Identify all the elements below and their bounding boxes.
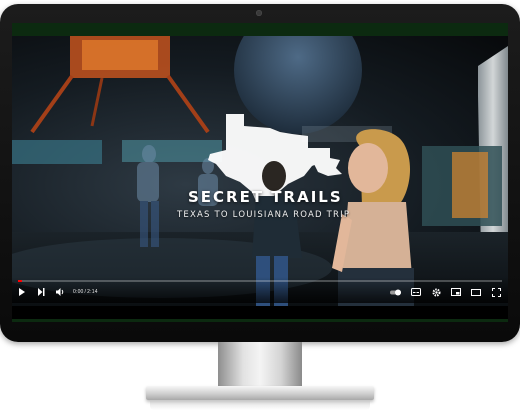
play-icon bbox=[19, 288, 25, 296]
subtitles-icon bbox=[411, 288, 421, 296]
miniplayer-button[interactable] bbox=[450, 286, 462, 298]
subtitles-button[interactable] bbox=[410, 286, 422, 298]
monitor-bezel: SECRET TRAILS TEXAS TO LOUISIANA ROAD TR… bbox=[0, 4, 520, 342]
monitor-stand-reflection bbox=[150, 400, 370, 410]
autoplay-toggle[interactable] bbox=[390, 286, 402, 298]
video-subtitle: TEXAS TO LOUISIANA ROAD TRIP bbox=[177, 210, 351, 220]
theater-mode-button[interactable] bbox=[470, 286, 482, 298]
lunar-lander-shape bbox=[30, 36, 210, 134]
planet-sphere-shape bbox=[234, 36, 362, 134]
time-total: 2:14 bbox=[87, 289, 98, 295]
video-title-overlay: SECRET TRAILS TEXAS TO LOUISIANA ROAD TR… bbox=[177, 188, 388, 220]
theater-mode-icon bbox=[471, 288, 481, 296]
fullscreen-icon bbox=[491, 287, 501, 297]
webcam-icon bbox=[256, 10, 262, 16]
controls-right bbox=[390, 286, 502, 298]
progress-fill bbox=[18, 280, 22, 282]
play-button[interactable] bbox=[16, 286, 28, 298]
settings-button[interactable] bbox=[430, 286, 442, 298]
video-player[interactable]: SECRET TRAILS TEXAS TO LOUISIANA ROAD TR… bbox=[12, 36, 508, 306]
volume-icon bbox=[55, 288, 63, 296]
next-button[interactable] bbox=[35, 286, 47, 298]
screen-bottom-strip bbox=[12, 319, 508, 322]
volume-button[interactable] bbox=[54, 286, 66, 298]
next-icon bbox=[38, 288, 45, 296]
time-current: 0:00 bbox=[73, 289, 84, 295]
time-display: 0:00/2:14 bbox=[73, 289, 98, 295]
player-controls: 0:00/2:14 bbox=[12, 277, 508, 303]
screen-top-strip bbox=[12, 23, 508, 36]
video-thumbnail-scene bbox=[12, 36, 508, 306]
miniplayer-icon bbox=[451, 288, 461, 296]
fullscreen-button[interactable] bbox=[490, 286, 502, 298]
autoplay-toggle-icon bbox=[390, 289, 401, 295]
video-title: SECRET TRAILS bbox=[188, 188, 343, 206]
settings-gear-icon bbox=[432, 288, 440, 296]
progress-bar[interactable] bbox=[18, 280, 502, 282]
screen: SECRET TRAILS TEXAS TO LOUISIANA ROAD TR… bbox=[12, 23, 508, 322]
controls-left: 0:00/2:14 bbox=[16, 286, 98, 298]
monitor-stand-base bbox=[146, 386, 374, 400]
